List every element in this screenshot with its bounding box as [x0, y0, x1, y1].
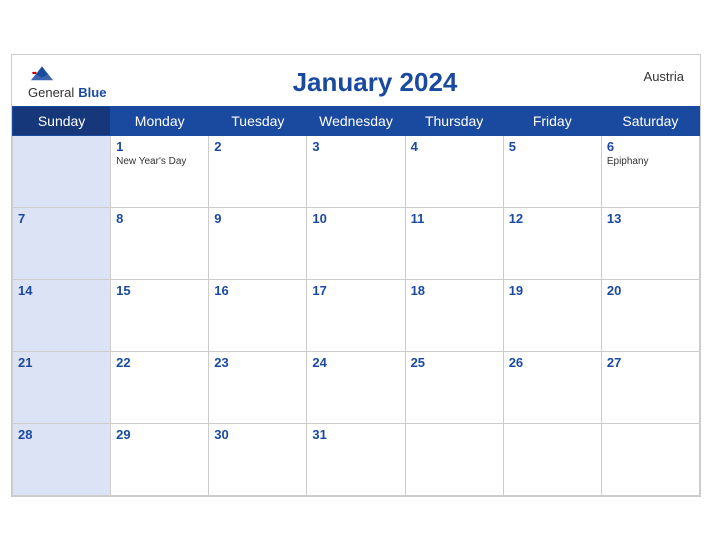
- day-number: 15: [116, 283, 203, 298]
- calendar-cell: 6 Epiphany: [601, 135, 699, 207]
- header-saturday: Saturday: [601, 106, 699, 135]
- calendar-cell: 12: [503, 207, 601, 279]
- calendar-cell: 8: [111, 207, 209, 279]
- calendar-cell: 10: [307, 207, 405, 279]
- logo-blue-text: Blue: [78, 85, 106, 100]
- calendar-cell: 23: [209, 351, 307, 423]
- calendar-cell: 9: [209, 207, 307, 279]
- weekday-header-row: Sunday Monday Tuesday Wednesday Thursday…: [13, 106, 700, 135]
- calendar-cell: [503, 423, 601, 495]
- day-number: 1: [116, 139, 203, 154]
- day-number: 29: [116, 427, 203, 442]
- day-number: 23: [214, 355, 301, 370]
- calendar-week-row: 789 10 11 12 13: [13, 207, 700, 279]
- day-number: 22: [116, 355, 203, 370]
- day-number: 3: [312, 139, 399, 154]
- calendar-cell: 31: [307, 423, 405, 495]
- logo-icon: [28, 65, 56, 83]
- calendar-cell: 1 New Year's Day: [111, 135, 209, 207]
- calendar-cell: [601, 423, 699, 495]
- header-tuesday: Tuesday: [209, 106, 307, 135]
- day-number: 17: [312, 283, 399, 298]
- calendar-cell: 4: [405, 135, 503, 207]
- day-number: 19: [509, 283, 596, 298]
- calendar-week-row: 21 22 23 24 25 26 27: [13, 351, 700, 423]
- calendar-week-row: 14 15 16 17 18 19 20: [13, 279, 700, 351]
- day-number: 10: [312, 211, 399, 226]
- day-number: 26: [509, 355, 596, 370]
- calendar-cell: 27: [601, 351, 699, 423]
- calendar-cell: 17: [307, 279, 405, 351]
- day-number: 11: [411, 211, 498, 226]
- calendar-cell: 19: [503, 279, 601, 351]
- holiday-name: New Year's Day: [116, 156, 203, 167]
- day-number: 21: [18, 355, 105, 370]
- day-number: 6: [607, 139, 694, 154]
- calendar-cell: 29: [111, 423, 209, 495]
- day-number: 27: [607, 355, 694, 370]
- day-number: 24: [312, 355, 399, 370]
- logo-general-text: General: [28, 85, 74, 100]
- day-number: 2: [214, 139, 301, 154]
- calendar-cell: 25: [405, 351, 503, 423]
- calendar-cell: 24: [307, 351, 405, 423]
- calendar-cell: 2: [209, 135, 307, 207]
- day-number: 16: [214, 283, 301, 298]
- day-number: 18: [411, 283, 498, 298]
- calendar-cell: 28: [13, 423, 111, 495]
- day-number: 13: [607, 211, 694, 226]
- header-sunday: Sunday: [13, 106, 111, 135]
- calendar-header: General Blue January 2024 Austria: [12, 55, 700, 106]
- day-number: 25: [411, 355, 498, 370]
- calendar-cell: 3: [307, 135, 405, 207]
- header-friday: Friday: [503, 106, 601, 135]
- calendar-cell: 21: [13, 351, 111, 423]
- day-number: 12: [509, 211, 596, 226]
- header-wednesday: Wednesday: [307, 106, 405, 135]
- day-number: 9: [214, 211, 301, 226]
- calendar-cell: 30: [209, 423, 307, 495]
- country-label: Austria: [644, 65, 684, 84]
- calendar-cell: 20: [601, 279, 699, 351]
- calendar-cell: 15: [111, 279, 209, 351]
- header-thursday: Thursday: [405, 106, 503, 135]
- day-number: 30: [214, 427, 301, 442]
- calendar-title: January 2024: [106, 67, 643, 98]
- calendar-cell: 13: [601, 207, 699, 279]
- day-number: 20: [607, 283, 694, 298]
- calendar-cell: 11: [405, 207, 503, 279]
- day-number: 5: [509, 139, 596, 154]
- calendar-cell: 7: [13, 207, 111, 279]
- holiday-name: Epiphany: [607, 156, 694, 167]
- calendar-cell: 14: [13, 279, 111, 351]
- calendar-cell: 5: [503, 135, 601, 207]
- calendar-cell: [13, 135, 111, 207]
- calendar-cell: [405, 423, 503, 495]
- day-number: 28: [18, 427, 105, 442]
- calendar-cell: 18: [405, 279, 503, 351]
- calendar-cell: 26: [503, 351, 601, 423]
- day-number: 31: [312, 427, 399, 442]
- day-number: 14: [18, 283, 105, 298]
- calendar-week-row: 28 29 30 31: [13, 423, 700, 495]
- calendar-body: 1New Year's Day23456Epiphany789101112131…: [13, 135, 700, 495]
- calendar-week-row: 1 New Year's Day 23456 Epiphany: [13, 135, 700, 207]
- day-number: 8: [116, 211, 203, 226]
- calendar-cell: 16: [209, 279, 307, 351]
- logo-area: General Blue: [28, 65, 106, 100]
- day-number: 7: [18, 211, 105, 226]
- header-monday: Monday: [111, 106, 209, 135]
- calendar-cell: 22: [111, 351, 209, 423]
- day-number: 4: [411, 139, 498, 154]
- calendar: General Blue January 2024 Austria Sunday…: [11, 54, 701, 497]
- calendar-table: Sunday Monday Tuesday Wednesday Thursday…: [12, 106, 700, 496]
